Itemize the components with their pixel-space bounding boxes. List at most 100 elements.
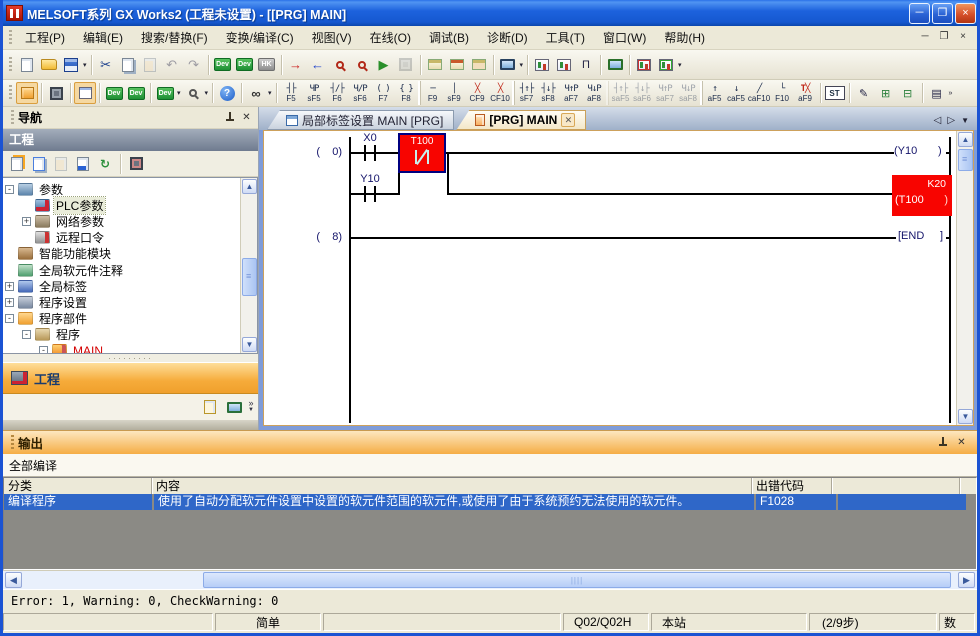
ladder-symbol-button[interactable]: ┤↓├ saF6 xyxy=(631,81,654,105)
tree-expander[interactable]: - xyxy=(22,330,31,339)
device-comment-edit-icon[interactable]: ⊞ xyxy=(875,82,897,104)
toolbar-overflow-chevron[interactable]: ▾ xyxy=(83,61,87,69)
tree-expander[interactable]: - xyxy=(5,314,14,323)
open-project-icon[interactable] xyxy=(38,54,60,76)
tab-close-icon[interactable]: ✕ xyxy=(561,113,575,127)
ladder-symbol-button[interactable]: └ F10 xyxy=(771,81,794,105)
nav-paste-icon[interactable] xyxy=(51,154,71,174)
tab-list-icon[interactable]: ▼ xyxy=(961,116,969,125)
device-search-icon[interactable] xyxy=(182,82,204,104)
sampling-trace-icon[interactable]: Π xyxy=(575,54,597,76)
ladder-symbol-button[interactable]: ┤/├ F6 xyxy=(326,81,349,105)
user-library-icon[interactable] xyxy=(200,397,220,417)
project-pane-button[interactable]: 工程 xyxy=(3,362,258,394)
tree-scroll-down-icon[interactable]: ▼ xyxy=(242,337,257,352)
monitor-start-icon[interactable]: → xyxy=(285,54,307,76)
nav-property-icon[interactable] xyxy=(73,154,93,174)
tree-expander[interactable]: + xyxy=(5,298,14,307)
tree-item[interactable]: + 程序设置 xyxy=(5,294,239,310)
hscroll-right-icon[interactable]: ▶ xyxy=(958,572,975,588)
menu-item[interactable]: 诊断(D) xyxy=(478,26,537,49)
hscroll-left-icon[interactable]: ◀ xyxy=(5,572,22,588)
cut-icon[interactable]: ✂ xyxy=(95,54,117,76)
edit-line-icon[interactable]: ✎ xyxy=(853,82,875,104)
save-project-icon[interactable] xyxy=(60,54,82,76)
display-setting-icon[interactable] xyxy=(497,54,519,76)
menu-item[interactable]: 视图(V) xyxy=(303,26,361,49)
mdi-minimize-icon[interactable]: ─ xyxy=(917,30,933,45)
nav-splitter[interactable]: ········· xyxy=(3,354,258,362)
ladder-symbol-button[interactable]: Ч/Р sF6 xyxy=(349,81,372,105)
undo-icon[interactable]: ↶ xyxy=(161,54,183,76)
device-list-icon[interactable]: Dev xyxy=(125,82,147,104)
nav-copy-icon[interactable] xyxy=(29,154,49,174)
editor-scroll-up-icon[interactable]: ▲ xyxy=(958,132,973,147)
tree-item[interactable]: 智能功能模块 xyxy=(5,246,239,262)
output-close-icon[interactable]: ✕ xyxy=(954,436,969,450)
find-binoculars-icon[interactable]: ∞ xyxy=(245,82,267,104)
monitor-stop-icon[interactable]: ← xyxy=(307,54,329,76)
ladder-symbol-button[interactable]: Ч↑Р saF7 xyxy=(654,81,677,105)
column-content[interactable]: 内容 xyxy=(152,478,752,494)
hscroll-thumb[interactable] xyxy=(203,572,951,588)
ladder-symbol-button[interactable]: ╳ CF10 xyxy=(489,81,512,105)
output-pin-icon[interactable] xyxy=(935,436,950,450)
ladder-symbol-button[interactable]: │ sF9 xyxy=(443,81,466,105)
navigation-window-toggle-icon[interactable] xyxy=(16,82,38,104)
tab-prg-main[interactable]: [PRG] MAIN ✕ xyxy=(456,110,586,130)
menu-item[interactable]: 工具(T) xyxy=(537,26,594,49)
tab-scroll-right-icon[interactable]: ▷ xyxy=(947,115,955,126)
redo-icon[interactable]: ↷ xyxy=(183,54,205,76)
toolbar1-end-chevron[interactable]: ▾ xyxy=(678,61,682,69)
menu-item[interactable]: 在线(O) xyxy=(361,26,420,49)
copy-icon[interactable] xyxy=(117,54,139,76)
tree-item[interactable]: + 全局标签 xyxy=(5,278,239,294)
toolbar2-grip[interactable] xyxy=(9,85,12,101)
tree-expander[interactable]: + xyxy=(22,217,31,226)
y10-coil[interactable]: (Y10 xyxy=(894,145,917,157)
connection-destination-icon[interactable] xyxy=(224,397,244,417)
monitor-write-mode-icon[interactable] xyxy=(395,54,417,76)
editor-scroll-thumb[interactable] xyxy=(958,149,973,171)
output-error-row[interactable]: 编译程序 使用了自动分配软元件设置中设置的软元件范围的软元件,或使用了由于系统预… xyxy=(4,494,976,510)
tree-scrollbar[interactable]: ▲ ▼ xyxy=(240,178,257,353)
output-grip[interactable] xyxy=(11,435,14,451)
nav-refresh-icon[interactable]: ↻ xyxy=(95,154,115,174)
ladder-symbol-button[interactable]: ╳ CF9 xyxy=(466,81,489,105)
tab-local-label-setting[interactable]: 局部标签设置 MAIN [PRG] xyxy=(267,110,454,130)
editor-scroll-down-icon[interactable]: ▼ xyxy=(958,409,973,424)
ladder-symbol-button[interactable]: ┤↓├ sF8 xyxy=(537,81,560,105)
tree-item[interactable]: - 参数 xyxy=(5,181,239,197)
device-zoom-out-icon[interactable] xyxy=(351,54,373,76)
help-icon[interactable]: ? xyxy=(216,82,238,104)
watch-window1-icon[interactable] xyxy=(633,54,655,76)
nav-close-icon[interactable]: ✕ xyxy=(239,111,254,125)
t100-timer-coil[interactable]: K20 (T100 ) xyxy=(892,175,952,216)
ladder-symbol-button[interactable]: T╳ aF9 xyxy=(794,81,817,105)
ladder-symbol-button[interactable]: Ч↓Р saF8 xyxy=(677,81,700,105)
tab-scroll-left-icon[interactable]: ◁ xyxy=(934,115,942,126)
column-category[interactable]: 分类 xyxy=(4,478,152,494)
list-display-icon[interactable] xyxy=(74,82,96,104)
nav-new-icon[interactable] xyxy=(7,154,27,174)
nav-grip[interactable] xyxy=(11,110,14,126)
window-arrange-icon[interactable] xyxy=(468,54,490,76)
ladder-symbol-button[interactable]: ЧР sF5 xyxy=(303,81,326,105)
tree-item[interactable]: - 程序部件 xyxy=(5,311,239,327)
monitor-mode-icon[interactable]: ▶ xyxy=(373,54,395,76)
toolbar1-chevron[interactable]: ▾ xyxy=(520,61,524,69)
menu-grip[interactable] xyxy=(9,30,12,46)
watch-start-icon[interactable] xyxy=(531,54,553,76)
menu-item[interactable]: 帮助(H) xyxy=(655,26,714,49)
device-zoom-in-icon[interactable] xyxy=(329,54,351,76)
toolbar2-left-chevron[interactable]: ▾ xyxy=(268,89,272,97)
ladder-symbol-button[interactable]: ╱ caF10 xyxy=(748,81,771,105)
read-from-plc-icon[interactable]: Dev xyxy=(234,54,256,76)
toolbar2-end-chevron[interactable]: » xyxy=(949,90,953,97)
tree-expander[interactable]: - xyxy=(39,346,48,354)
x0-contact[interactable] xyxy=(364,145,366,161)
ladder-symbol-button[interactable]: ─ F9 xyxy=(420,81,443,105)
ladder-symbol-button[interactable]: Ч↑Р aF7 xyxy=(560,81,583,105)
note-edit-icon[interactable]: ▤ xyxy=(926,82,948,104)
tree-scroll-thumb[interactable] xyxy=(242,258,257,296)
